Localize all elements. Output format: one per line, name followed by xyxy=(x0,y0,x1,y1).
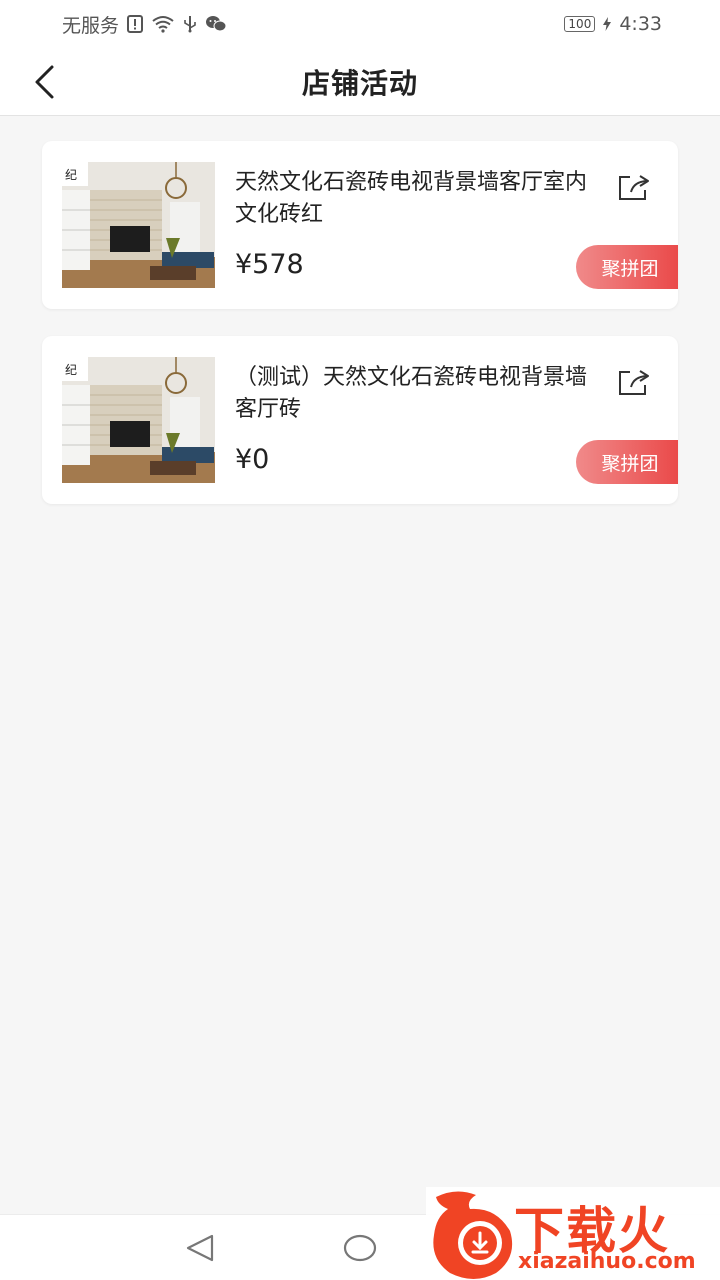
back-arrow-icon xyxy=(35,65,54,99)
group-buy-button[interactable]: 聚拼团 xyxy=(576,440,678,484)
charging-icon xyxy=(603,17,612,31)
system-home-button[interactable] xyxy=(340,1231,380,1265)
svg-text:纪: 纪 xyxy=(65,168,77,182)
status-right: 100 4:33 xyxy=(564,13,662,35)
flame-logo-icon xyxy=(433,1191,513,1279)
product-title[interactable]: （测试）天然文化石瓷砖电视背景墙客厅砖 xyxy=(235,362,595,426)
share-icon xyxy=(619,175,649,200)
wechat-icon xyxy=(205,15,227,33)
activity-list: 纪 天然文化石瓷砖电视背景墙客厅室内文化砖红 ¥578 聚拼团 纪 （测试）天然… xyxy=(42,141,678,531)
share-button[interactable] xyxy=(616,364,652,400)
system-back-button[interactable] xyxy=(180,1231,220,1265)
battery-indicator: 100 xyxy=(564,16,596,32)
product-price: ¥0 xyxy=(235,444,270,475)
circle-home-icon xyxy=(343,1234,377,1262)
product-image[interactable]: 纪 xyxy=(62,162,215,288)
back-button[interactable] xyxy=(22,60,66,104)
svg-text:纪: 纪 xyxy=(65,363,77,377)
watermark-url: xiazaihuo.com xyxy=(518,1249,696,1274)
share-icon xyxy=(619,370,649,395)
product-image[interactable]: 纪 xyxy=(62,357,215,483)
product-title[interactable]: 天然文化石瓷砖电视背景墙客厅室内文化砖红 xyxy=(235,167,595,231)
navigation-bar: 店铺活动 xyxy=(0,48,720,116)
wifi-icon xyxy=(151,15,175,33)
triangle-back-icon xyxy=(186,1234,214,1262)
watermark: 下载火 xiazaihuo.com xyxy=(426,1187,720,1280)
usb-icon xyxy=(183,15,197,33)
clock-text: 4:33 xyxy=(619,13,662,35)
page-title: 店铺活动 xyxy=(301,67,418,100)
group-buy-button[interactable]: 聚拼团 xyxy=(576,245,678,289)
status-left: 无服务 xyxy=(62,11,227,38)
status-bar: 无服务 100 4:33 xyxy=(0,0,720,48)
activity-card[interactable]: 纪 （测试）天然文化石瓷砖电视背景墙客厅砖 ¥0 聚拼团 xyxy=(42,336,678,504)
product-price: ¥578 xyxy=(235,249,304,280)
activity-card[interactable]: 纪 天然文化石瓷砖电视背景墙客厅室内文化砖红 ¥578 聚拼团 xyxy=(42,141,678,309)
carrier-text: 无服务 xyxy=(62,14,120,37)
share-button[interactable] xyxy=(616,169,652,205)
alert-icon xyxy=(127,15,144,33)
